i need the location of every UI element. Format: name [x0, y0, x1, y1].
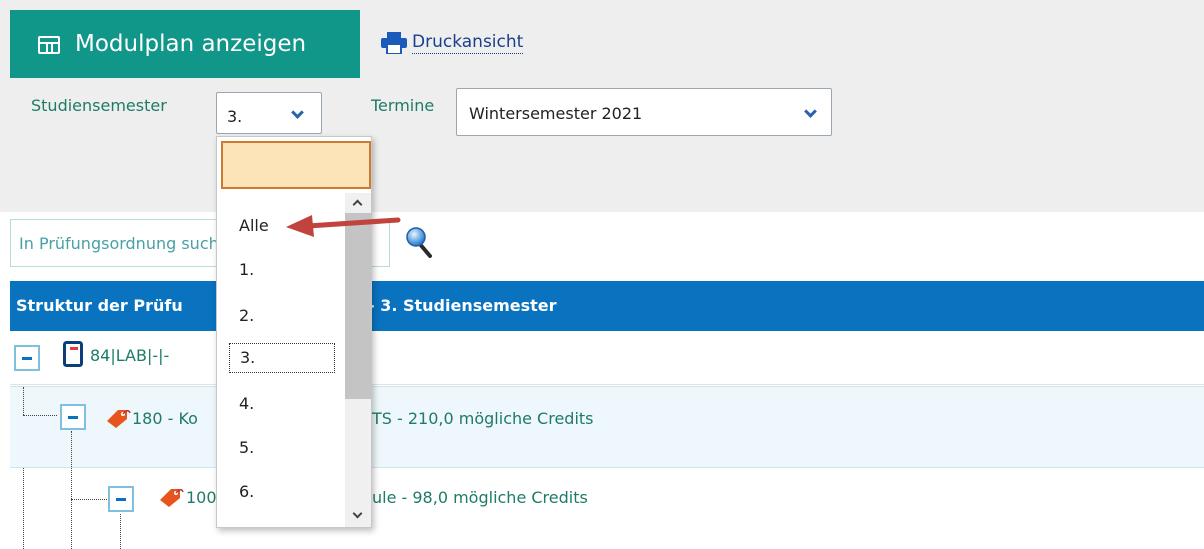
tree-node-label[interactable]: 180 - Ko — [132, 409, 198, 428]
header-title: Struktur der Prüfu — [16, 296, 183, 315]
annotation-arrow-icon — [286, 215, 401, 237]
dropdown-options: Alle 1. 2. 3. 4. 5. 6. — [217, 195, 345, 527]
tag-icon — [160, 489, 184, 507]
structure-header: Struktur der Prüfu - 3. Studiensemester — [10, 281, 1204, 331]
tree-row: 84|LAB|-|- — [10, 331, 1204, 385]
collapse-button[interactable] — [108, 486, 134, 512]
termine-value: Wintersemester 2021 — [469, 104, 643, 123]
tree-node-label[interactable]: 84|LAB|-|- — [90, 346, 169, 365]
tree-line — [23, 468, 24, 549]
termine-label: Termine — [371, 96, 435, 115]
dropdown-filter-input[interactable] — [221, 141, 371, 189]
search-icon[interactable] — [405, 225, 435, 259]
studiensemester-select[interactable]: 3. — [216, 92, 322, 134]
tree-row: 180 - Ko TS - 210,0 mögliche Credits — [10, 386, 1204, 469]
studiensemester-value: 3. — [227, 107, 243, 126]
dropdown-option-alle[interactable]: Alle — [229, 211, 269, 241]
modulplan-button[interactable]: Modulplan anzeigen — [10, 10, 360, 78]
tag-icon — [107, 410, 131, 428]
table-grid-icon — [38, 36, 60, 54]
header-semester: - 3. Studiensemester — [368, 296, 557, 315]
chevron-down-icon — [352, 508, 363, 519]
dropdown-option-2[interactable]: 2. — [229, 301, 254, 331]
dropdown-option-4[interactable]: 4. — [229, 389, 254, 419]
chevron-down-icon — [804, 105, 817, 118]
dropdown-option-3[interactable]: 3. — [229, 343, 335, 373]
tree-node-label[interactable]: 100 — [186, 488, 217, 507]
tree-line — [23, 415, 57, 416]
dropdown-scrollbar[interactable] — [345, 193, 371, 527]
tree-node-credits: ule - 98,0 mögliche Credits — [372, 488, 588, 507]
modulplan-label: Modulplan anzeigen — [75, 31, 307, 57]
scroll-down-button[interactable] — [345, 507, 371, 527]
tree-line — [23, 387, 24, 415]
print-view-link[interactable]: Druckansicht — [412, 32, 524, 54]
collapse-button[interactable] — [14, 345, 40, 371]
tree-line — [71, 431, 72, 469]
termine-select[interactable]: Wintersemester 2021 — [456, 88, 832, 136]
dropdown-option-1[interactable]: 1. — [229, 255, 254, 285]
book-icon — [63, 341, 83, 367]
tree-line — [120, 514, 121, 549]
tree-line — [71, 499, 72, 549]
tree-line — [71, 499, 107, 500]
tree-row: 100 ule - 98,0 mögliche Credits — [10, 468, 1204, 549]
semester-dropdown-list: Alle 1. 2. 3. 4. 5. 6. — [216, 136, 372, 528]
dropdown-option-6[interactable]: 6. — [229, 477, 254, 507]
chevron-down-icon — [291, 106, 304, 119]
tree-node-credits: TS - 210,0 mögliche Credits — [372, 409, 594, 428]
printer-icon[interactable] — [380, 32, 408, 54]
collapse-button[interactable] — [60, 404, 86, 430]
tree-line — [71, 468, 72, 499]
dropdown-option-5[interactable]: 5. — [229, 433, 254, 463]
studiensemester-label: Studiensemester — [31, 96, 167, 115]
